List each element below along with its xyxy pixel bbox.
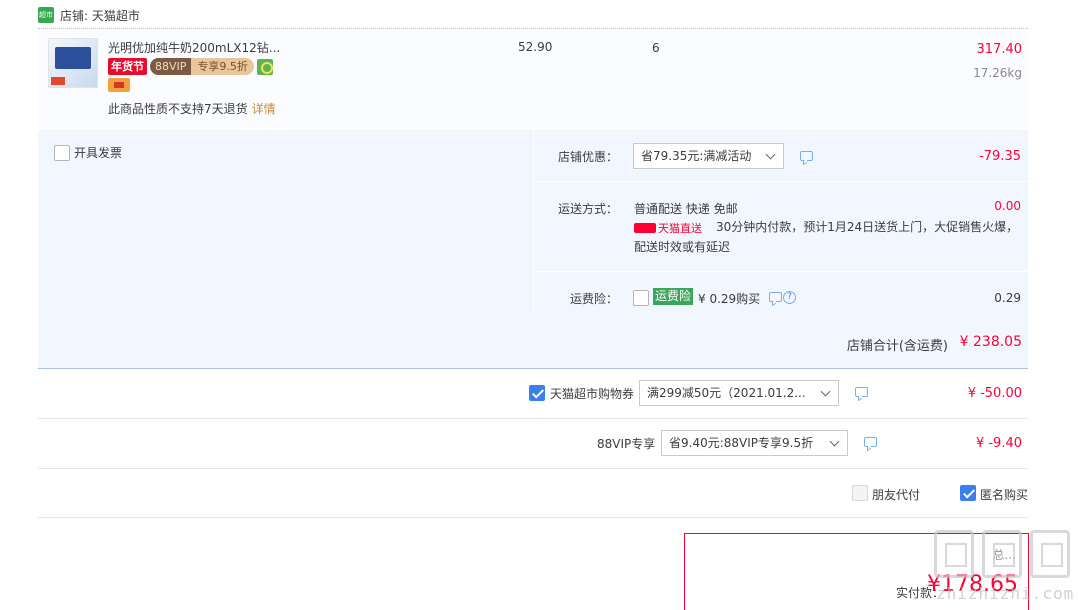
insurance-label: 运费险： [570,292,619,306]
vip-badge-label: 88VIP [150,58,192,75]
watermark-glyph-icon [934,530,974,578]
shop-discount-selected: 省79.35元:满减活动 [641,149,752,163]
vip-select[interactable]: 省9.40元:88VIP专享9.5折 [661,430,848,456]
insurance-checkbox[interactable] [633,290,649,306]
shipping-cost: 0.00 [994,199,1021,213]
vip-amount: ¥ -9.40 [975,436,1022,451]
unit-price: 52.90 [518,40,553,54]
coupon-label: 天猫超市购物券 [550,387,635,401]
vip-label: 88VIP专享 [597,437,656,451]
chat-icon[interactable] [864,437,877,447]
vip-badge: 88VIP 专享9.5折 [150,58,254,75]
divider [533,271,1028,272]
item-weight: 17.26kg [973,66,1022,80]
promo-badges: 年货节 88VIP 专享9.5折 [108,58,273,75]
friend-pay-label: 朋友代付 [872,488,921,502]
divider [38,368,1028,369]
coupon-amount: ¥ -50.00 [967,386,1022,401]
item-subtotal: 317.40 [976,42,1023,57]
shipping-method: 普通配送 快递 免邮 [634,202,738,216]
coupon-select[interactable]: 满299减50元（2021.01.2... [639,380,839,406]
chevron-down-icon [820,386,831,397]
price-tag-icon [51,77,65,85]
shop-discount-label: 店铺优惠： [558,150,619,164]
product-thumbnail[interactable] [48,38,98,88]
vip-selected: 省9.40元:88VIP专享9.5折 [669,436,814,450]
insurance-amount: 0.29 [994,291,1021,305]
anonymous-checkbox[interactable] [960,485,976,501]
divider [38,468,1028,469]
chat-icon[interactable] [855,387,868,397]
chat-icon[interactable] [769,292,782,302]
coupon-checkbox[interactable] [529,385,545,401]
friend-pay-checkbox[interactable] [852,485,868,501]
shop-name[interactable]: 店铺: 天猫超市 [60,7,140,24]
milk-box-image-icon [55,47,91,69]
order-item-row: 光明优加纯牛奶200mLX12钻... 年货节 88VIP 专享9.5折 此商品… [38,30,1028,128]
invoice-option[interactable]: 开具发票 [54,144,122,161]
chat-icon[interactable] [800,151,813,161]
tmall-cat-icon [634,223,656,233]
tmall-direct-label: 天猫直送 [658,222,702,235]
green-service-icon [256,58,273,75]
vip-badge-discount: 专享9.5折 [191,58,254,75]
quantity: 6 [652,41,660,55]
watermark-glyph-icon [982,530,1022,578]
shop-total-value: ¥ 238.05 [959,334,1022,350]
shop-discount-select[interactable]: 省79.35元:满减活动 [633,143,784,169]
shop-header: 超市 店铺: 天猫超市 [38,2,140,28]
chevron-down-icon [765,149,776,160]
divider [38,418,1028,419]
invoice-label: 开具发票 [74,146,123,160]
shop-discount-amount: -79.35 [979,149,1021,164]
invoice-checkbox[interactable] [54,144,70,161]
credit-card-icon [108,78,130,92]
festival-badge: 年货节 [108,58,147,75]
insurance-price: ¥ 0.29购买 [698,292,761,306]
insurance-tag: 运费险 [653,288,694,305]
divider [38,28,1028,29]
no-return-detail-link[interactable]: 详情 [252,102,276,116]
help-icon[interactable]: ? [783,291,796,304]
watermark-text: zhizhizhi.com [936,584,1075,603]
no-return-text: 此商品性质不支持7天退货 [108,102,248,116]
tmall-direct-badge: 天猫直送 [634,220,702,236]
coupon-selected: 满299减50元（2021.01.2... [647,386,806,400]
product-title[interactable]: 光明优加纯牛奶200mLX12钻... [108,39,280,56]
shipping-label: 运送方式： [558,202,619,216]
no-return-notice: 此商品性质不支持7天退货 详情 [108,100,276,117]
watermark-glyph-icon [1030,530,1070,578]
tmall-supermarket-logo-icon: 超市 [38,7,54,23]
divider [38,517,1028,518]
chevron-down-icon [829,436,840,447]
watermark-logo: zhizhizhi.com [930,530,1078,610]
divider [533,181,1028,182]
anonymous-label: 匿名购买 [980,488,1029,502]
shop-total-label: 店铺合计(含运费) [846,339,948,354]
